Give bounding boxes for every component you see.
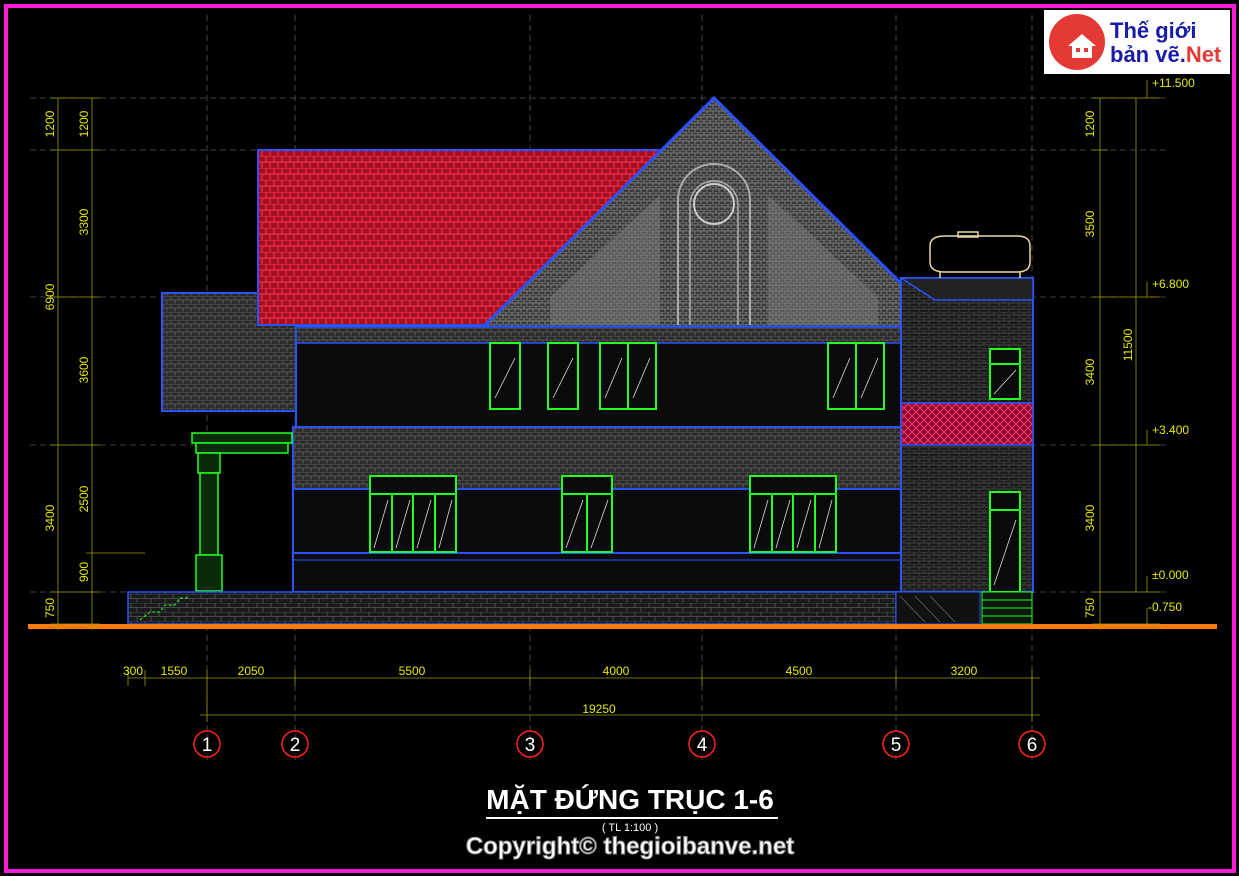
bottom-total-dim: 19250: [582, 702, 616, 716]
plinth: [127, 591, 897, 625]
svg-text:6900: 6900: [43, 283, 57, 310]
house-icon: [1068, 34, 1096, 58]
svg-text:750: 750: [1083, 598, 1097, 618]
axis-marker-4: 4: [688, 730, 716, 758]
svg-text:+3.400: +3.400: [1152, 423, 1189, 437]
elevation-drawing: 1200 6900 3400 750 1200 3300 3600 2500 9…: [28, 15, 1217, 760]
svg-text:2: 2: [290, 735, 301, 756]
copyright-text: Copyright© thegioibanve.net: [465, 833, 795, 861]
ground-line: [28, 624, 1217, 629]
svg-text:4000: 4000: [603, 664, 630, 678]
svg-text:+6.800: +6.800: [1152, 277, 1189, 291]
right-total-dim: 11500: [1121, 328, 1135, 361]
left-dimension-lines: [50, 97, 145, 630]
svg-text:-0.750: -0.750: [1148, 600, 1182, 614]
logo-text-line1: Thế giới: [1110, 18, 1197, 43]
logo-badge: [1049, 14, 1105, 70]
axis-marker-3: 3: [516, 730, 544, 758]
svg-text:3600: 3600: [77, 356, 91, 383]
svg-text:1200: 1200: [43, 110, 57, 137]
bottom-dims: 300 1550 2050 5500 4000 4500 3200 19250: [123, 664, 978, 716]
svg-text:1: 1: [202, 735, 213, 756]
svg-text:3300: 3300: [77, 208, 91, 235]
axis-marker-2: 2: [281, 730, 309, 758]
balcony-lattice: [900, 402, 1034, 446]
svg-text:3: 3: [525, 735, 536, 756]
axis-marker-6: 6: [1018, 730, 1046, 758]
svg-text:3400: 3400: [43, 504, 57, 531]
title-underline: [486, 817, 778, 819]
svg-text:5: 5: [891, 735, 902, 756]
svg-text:6: 6: [1027, 735, 1038, 756]
porch-column: [191, 432, 293, 592]
svg-text:1200: 1200: [77, 110, 91, 137]
gable-round-vent: [693, 183, 735, 225]
axis-markers: 1 2 3 4 5 6: [193, 730, 1046, 758]
drawing-title: MẶT ĐỨNG TRỤC 1-6: [486, 784, 774, 815]
svg-text:4: 4: [697, 735, 708, 756]
axis-marker-1: 1: [193, 730, 221, 758]
axis-marker-5: 5: [882, 730, 910, 758]
svg-text:3500: 3500: [1083, 210, 1097, 237]
left-outer-dims: 1200 6900 3400 750: [43, 110, 57, 618]
svg-text:750: 750: [43, 598, 57, 618]
svg-text:3400: 3400: [1083, 358, 1097, 385]
svg-text:2500: 2500: [77, 485, 91, 512]
svg-text:300: 300: [123, 664, 143, 678]
svg-text:900: 900: [77, 562, 91, 582]
svg-text:4500: 4500: [786, 664, 813, 678]
svg-text:2050: 2050: [238, 664, 265, 678]
svg-text:±0.000: ±0.000: [1152, 568, 1189, 582]
svg-text:1550: 1550: [161, 664, 188, 678]
water-tank: [929, 231, 1031, 278]
svg-text:5500: 5500: [399, 664, 426, 678]
svg-text:3400: 3400: [1083, 504, 1097, 531]
site-logo[interactable]: Thế giới bản vẽ.Net: [1044, 10, 1230, 74]
svg-text:3200: 3200: [951, 664, 978, 678]
left-inner-dims: 1200 3300 3600 2500 900: [77, 110, 91, 582]
level-markers: +11.500 +6.800 +3.400 ±0.000 -0.750: [1148, 76, 1195, 614]
svg-text:1200: 1200: [1083, 110, 1097, 137]
plinth-hatch: [895, 591, 981, 625]
svg-text:+11.500: +11.500: [1152, 76, 1195, 90]
entry-steps: [981, 591, 1033, 625]
right-inner-dims: 1200 3500 3400 3400 750 11500: [1083, 110, 1135, 618]
logo-text-line2: bản vẽ.Net: [1110, 42, 1222, 67]
